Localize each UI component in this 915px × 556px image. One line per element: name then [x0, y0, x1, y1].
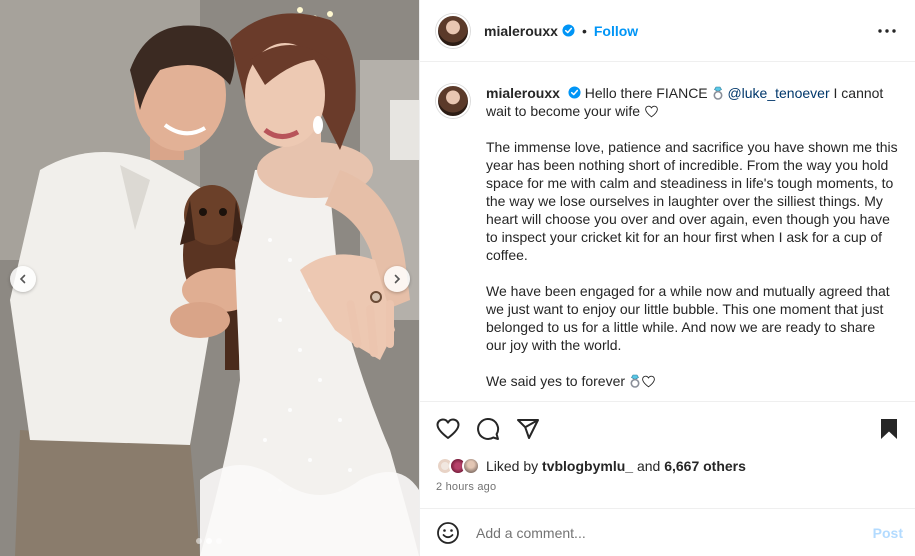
carousel-dot	[196, 538, 202, 544]
liker-avatars[interactable]	[436, 457, 480, 475]
carousel-dot-active	[206, 538, 212, 544]
bookmark-filled-icon	[881, 418, 897, 439]
caption-username[interactable]: mialerouxx	[486, 85, 560, 101]
emoji-icon[interactable]	[436, 521, 460, 545]
like-button[interactable]	[436, 417, 460, 441]
share-button[interactable]	[516, 417, 540, 441]
likes-count[interactable]: 6,667 others	[664, 458, 746, 474]
chevron-left-icon	[19, 274, 26, 284]
post-actions-bar	[420, 401, 915, 455]
separator-dot: •	[581, 22, 587, 39]
liker-username[interactable]: tvblogbymlu_	[542, 458, 633, 474]
caption-paragraph-2: The immense love, patience and sacrifice…	[486, 139, 898, 263]
mention-link[interactable]: @luke_tenoever	[727, 85, 829, 101]
save-button[interactable]	[877, 417, 901, 441]
liker-avatar	[462, 457, 480, 475]
white-heart-emoji-icon	[645, 105, 658, 118]
caption-section: mialerouxx Hello there FIANCE @luke_teno…	[420, 62, 915, 401]
carousel-indicator	[196, 538, 222, 544]
chevron-right-icon	[394, 274, 401, 284]
post-comment-button[interactable]: Post	[873, 525, 903, 541]
ring-emoji-icon	[630, 374, 640, 388]
caption-text: mialerouxx Hello there FIANCE @luke_teno…	[486, 84, 899, 401]
comment-input[interactable]	[476, 520, 873, 545]
instagram-post: mialerouxx • Follow mialerouxx Hello the…	[0, 0, 915, 556]
caption-paragraph-1: mialerouxx Hello there FIANCE @luke_teno…	[486, 84, 899, 120]
follow-button[interactable]: Follow	[594, 23, 638, 39]
verified-badge-icon	[562, 24, 575, 37]
more-horizontal-icon	[878, 28, 896, 33]
more-options-button[interactable]	[875, 19, 899, 43]
post-header: mialerouxx • Follow	[420, 0, 915, 62]
white-heart-emoji-icon	[642, 375, 655, 388]
carousel-dot	[216, 538, 222, 544]
likes-prefix: Liked by	[486, 458, 539, 474]
engagement-photo	[0, 0, 419, 556]
caption-intro: Hello there FIANCE	[584, 85, 708, 101]
ring-emoji-icon	[713, 86, 723, 100]
likes-summary: Liked by tvblogbymlu_ and 6,667 others	[420, 455, 915, 477]
likes-text: Liked by tvblogbymlu_ and 6,667 others	[486, 458, 746, 474]
heart-icon	[436, 418, 460, 439]
carousel-previous-button[interactable]	[10, 266, 36, 292]
caption-author-avatar[interactable]	[436, 84, 470, 118]
caption-closing-text: We said yes to forever	[486, 373, 626, 389]
post-media[interactable]	[0, 0, 419, 556]
paper-plane-icon	[517, 418, 539, 439]
carousel-next-button[interactable]	[384, 266, 410, 292]
comment-composer: Post	[420, 508, 915, 556]
author-avatar[interactable]	[436, 13, 470, 48]
comment-button[interactable]	[476, 417, 500, 441]
post-timestamp[interactable]: 2 hours ago	[420, 477, 915, 495]
verified-badge-icon	[568, 86, 581, 99]
likes-conjunction: and	[636, 458, 661, 474]
caption-paragraph-4: We said yes to forever	[486, 372, 899, 390]
author-username[interactable]: mialerouxx	[484, 23, 558, 39]
caption-paragraph-3: We have been engaged for a while now and…	[486, 283, 890, 353]
post-details-panel: mialerouxx • Follow mialerouxx Hello the…	[419, 0, 915, 556]
comment-bubble-icon	[477, 417, 500, 440]
